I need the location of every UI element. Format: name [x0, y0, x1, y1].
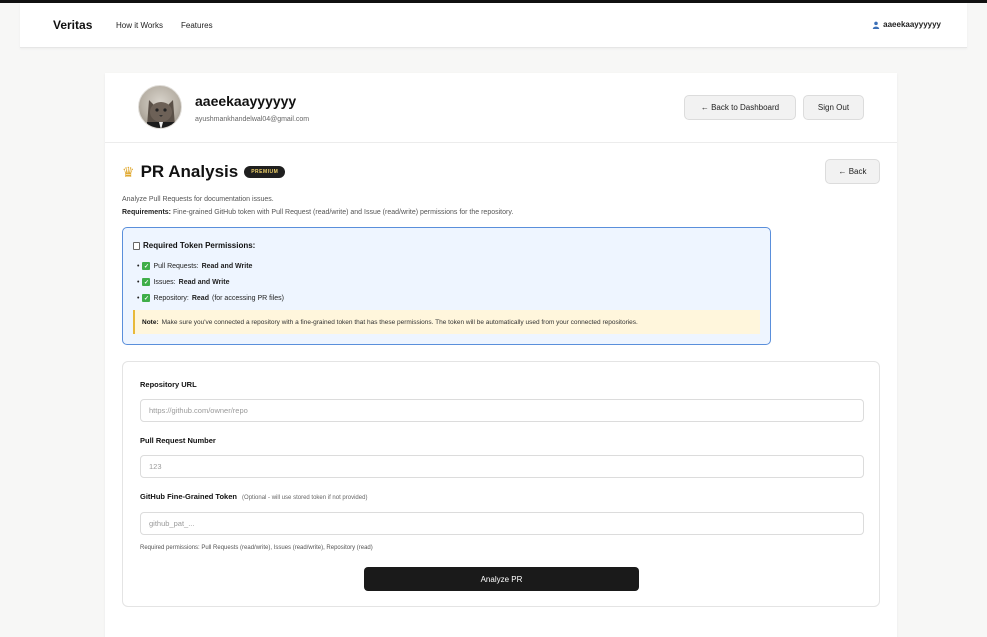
profile-email: ayushmankhandelwal04@gmail.com — [195, 116, 310, 123]
permissions-panel: Required Token Permissions: • ✓ Pull Req… — [122, 227, 771, 345]
requirements-label: Requirements: — [122, 209, 172, 216]
clipboard-icon — [133, 241, 140, 250]
check-icon: ✓ — [142, 294, 151, 302]
check-icon: ✓ — [142, 278, 151, 286]
permission-name: Repository: — [153, 294, 189, 302]
permissions-title-text: Required Token Permissions: — [143, 241, 256, 250]
crown-icon: ♛ — [122, 163, 135, 180]
page-title-text: PR Analysis — [140, 162, 239, 181]
token-hint: (Optional - will use stored token if not… — [242, 495, 368, 501]
sign-out-button[interactable]: Sign Out — [803, 95, 864, 120]
permissions-help-text: Required permissions: Pull Requests (rea… — [140, 545, 373, 551]
back-to-dashboard-button[interactable]: ← Back to Dashboard — [684, 95, 796, 120]
requirements-text: Requirements: Fine-grained GitHub token … — [122, 209, 513, 216]
pr-number-label: Pull Request Number — [140, 436, 216, 445]
bullet-icon: • — [137, 294, 140, 302]
permission-name: Issues: — [153, 278, 176, 286]
permissions-title: Required Token Permissions: — [133, 241, 255, 250]
profile-header: aaeekaayyyyyy ayushmankhandelwal04@gmail… — [105, 73, 897, 143]
list-item: • ✓ Pull Requests: Read and Write — [137, 258, 284, 274]
permission-value: Read and Write — [178, 278, 230, 286]
navbar: Veritas How it Works Features aaeekaayyy… — [20, 3, 967, 48]
bullet-icon: • — [137, 278, 140, 286]
token-label-text: GitHub Fine-Grained Token — [140, 492, 237, 501]
profile-username: aaeekaayyyyyy — [195, 93, 297, 109]
permission-name: Pull Requests: — [153, 262, 199, 270]
permissions-list: • ✓ Pull Requests: Read and Write • ✓ Is… — [137, 258, 284, 306]
token-label: GitHub Fine-Grained Token (Optional - wi… — [140, 492, 367, 501]
bullet-icon: • — [137, 262, 140, 270]
note-banner: Note: Make sure you've connected a repos… — [133, 310, 760, 334]
check-icon: ✓ — [142, 262, 151, 270]
pr-number-input[interactable] — [140, 455, 864, 478]
nav-link-how-it-works[interactable]: How it Works — [116, 21, 163, 30]
page-description: Analyze Pull Requests for documentation … — [122, 196, 274, 203]
page-title: ♛ PR Analysis PREMIUM — [122, 162, 286, 182]
list-item: • ✓ Repository: Read (for accessing PR f… — [137, 290, 284, 306]
repo-url-label: Repository URL — [140, 380, 197, 389]
permission-value: Read — [191, 294, 209, 302]
avatar — [138, 85, 182, 129]
repo-url-input[interactable] — [140, 399, 864, 422]
token-input[interactable] — [140, 512, 864, 535]
permission-extra: (for accessing PR files) — [211, 294, 284, 302]
pr-analysis-form: Repository URL Pull Request Number GitHu… — [122, 361, 880, 607]
user-icon — [872, 21, 880, 29]
note-label: Note: — [142, 318, 159, 326]
list-item: • ✓ Issues: Read and Write — [137, 274, 284, 290]
nav-link-features[interactable]: Features — [181, 21, 213, 30]
brand-logo[interactable]: Veritas — [53, 18, 92, 32]
note-text: Make sure you've connected a repository … — [161, 318, 638, 326]
back-button[interactable]: ← Back — [825, 159, 880, 184]
analyze-pr-button[interactable]: Analyze PR — [364, 567, 639, 591]
premium-badge: PREMIUM — [244, 166, 286, 178]
main-card: aaeekaayyyyyy ayushmankhandelwal04@gmail… — [105, 73, 897, 637]
requirements-body: Fine-grained GitHub token with Pull Requ… — [172, 209, 514, 216]
permission-value: Read and Write — [201, 262, 253, 270]
nav-user-menu[interactable]: aaeekaayyyyyy — [872, 20, 941, 29]
nav-username: aaeekaayyyyyy — [883, 20, 941, 29]
